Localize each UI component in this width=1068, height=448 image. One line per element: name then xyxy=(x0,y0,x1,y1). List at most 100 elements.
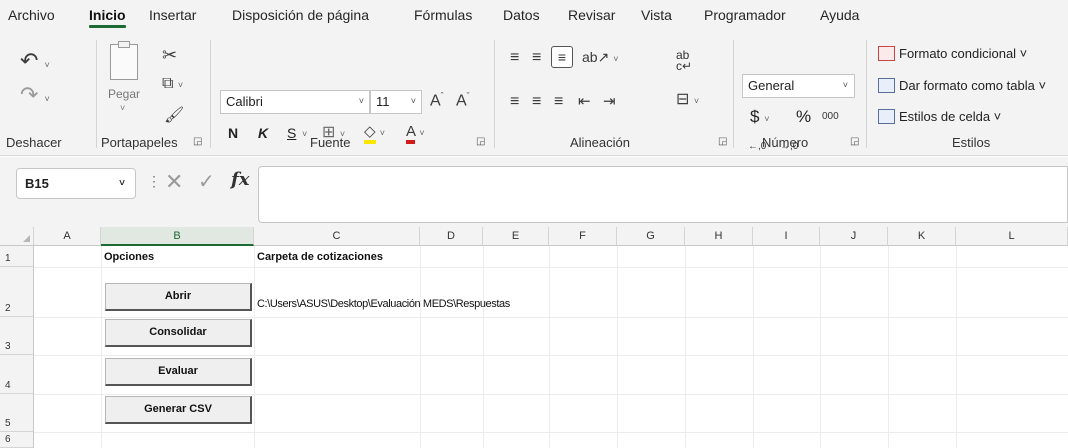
font-name-select[interactable]: Calibri ˅ xyxy=(220,90,370,114)
align-left-icon[interactable]: ≡ xyxy=(510,94,519,110)
tab-inicio[interactable]: Inicio xyxy=(89,7,126,28)
consolidar-button[interactable]: Consolidar xyxy=(105,319,252,347)
row-header-4[interactable]: 4 xyxy=(0,355,34,394)
column-header-k[interactable]: K xyxy=(888,227,956,246)
grid-line xyxy=(753,246,754,448)
column-header-c[interactable]: C xyxy=(254,227,420,246)
grid-line xyxy=(617,246,618,448)
fill-color-icon[interactable]: ◇ ˅ xyxy=(364,123,385,144)
generar-csv-button[interactable]: Generar CSV xyxy=(105,396,252,424)
cell-styles-button[interactable]: Estilos de celda ˅ xyxy=(878,109,1001,124)
evaluar-button[interactable]: Evaluar xyxy=(105,358,252,386)
increase-indent-icon[interactable]: ⇥ xyxy=(603,94,616,109)
grid-line xyxy=(34,355,1068,356)
align-right-icon[interactable]: ≡ xyxy=(554,94,563,110)
tab-revisar[interactable]: Revisar xyxy=(568,7,615,23)
align-bottom-icon[interactable]: ≡ xyxy=(551,46,573,68)
currency-button[interactable]: $ ˅ xyxy=(750,108,769,125)
number-format-select[interactable]: General ˅ xyxy=(742,74,855,98)
abrir-button[interactable]: Abrir xyxy=(105,283,252,311)
redo-icon[interactable]: ↷ ˅ xyxy=(20,84,50,106)
font-color-icon[interactable]: A ˅ xyxy=(406,123,425,144)
insert-function-icon[interactable]: fx xyxy=(231,169,249,190)
tab-ayuda[interactable]: Ayuda xyxy=(820,7,859,23)
dialog-launcher-icon[interactable]: ◲ xyxy=(476,136,485,147)
italic-button[interactable]: K xyxy=(258,126,268,140)
column-header-i[interactable]: I xyxy=(753,227,820,246)
tab-formulas[interactable]: Fórmulas xyxy=(414,7,472,23)
cell-c2[interactable]: C:\Users\ASUS\Desktop\Evaluación MEDS\Re… xyxy=(257,298,510,310)
wrap-text-icon[interactable]: ab c↵ xyxy=(676,49,692,72)
increase-font-icon[interactable]: Aˆ xyxy=(430,92,444,109)
align-top-icon[interactable]: ≡ xyxy=(510,50,519,66)
enter-icon[interactable]: ✓ xyxy=(198,169,215,194)
dialog-launcher-icon[interactable]: ◲ xyxy=(193,136,202,147)
select-all-corner[interactable] xyxy=(0,227,34,246)
name-box[interactable]: B15 ˅ xyxy=(16,168,136,199)
tab-datos[interactable]: Datos xyxy=(503,7,540,23)
column-header-f[interactable]: F xyxy=(549,227,617,246)
align-middle-icon[interactable]: ≡ xyxy=(532,50,541,66)
font-size-value: 11 xyxy=(376,94,390,109)
table-format-icon xyxy=(878,78,895,93)
row-header-1[interactable]: 1 xyxy=(0,246,34,267)
tab-insertar[interactable]: Insertar xyxy=(149,7,196,23)
dialog-launcher-icon[interactable]: ◲ xyxy=(718,136,727,147)
percent-button[interactable]: % xyxy=(796,108,811,125)
group-label-fuente: Fuente xyxy=(310,135,351,150)
paste-dropdown-icon[interactable]: ˅ xyxy=(120,104,125,113)
column-header-g[interactable]: G xyxy=(617,227,685,246)
formula-input[interactable] xyxy=(258,166,1068,223)
column-header-b[interactable]: B xyxy=(101,227,254,246)
grid-line xyxy=(420,246,421,448)
row-header-5[interactable]: 5 xyxy=(0,394,34,432)
format-painter-icon[interactable]: 🖌 xyxy=(164,108,184,124)
dialog-launcher-icon[interactable]: ◲ xyxy=(850,136,859,147)
row-header-2[interactable]: 2 xyxy=(0,267,34,317)
tab-archivo[interactable]: Archivo xyxy=(8,7,55,23)
grid-line xyxy=(685,246,686,448)
conditional-format-icon xyxy=(878,46,895,61)
spreadsheet-grid[interactable]: A B C D E F G H I J K L 1 2 3 4 5 6 Opci… xyxy=(0,227,1068,448)
paste-label[interactable]: Pegar xyxy=(108,88,140,100)
paste-icon[interactable] xyxy=(110,41,138,80)
cancel-icon[interactable]: ✕ xyxy=(165,169,183,195)
thousands-button[interactable]: 000 xyxy=(822,112,839,122)
decrease-indent-icon[interactable]: ⇤ xyxy=(578,94,591,109)
decrease-font-icon[interactable]: Aˇ xyxy=(456,92,470,109)
column-header-h[interactable]: H xyxy=(685,227,753,246)
font-size-select[interactable]: 11 ˅ xyxy=(370,90,422,114)
grid-line xyxy=(956,246,957,448)
undo-icon[interactable]: ↶ ˅ xyxy=(20,50,50,72)
orientation-icon[interactable]: ab↗ ˅ xyxy=(582,50,618,64)
column-header-a[interactable]: A xyxy=(34,227,101,246)
format-as-table-button[interactable]: Dar formato como tabla ˅ xyxy=(878,78,1046,93)
cut-icon[interactable]: ✂ xyxy=(162,46,177,64)
more-icon[interactable]: ⋮ xyxy=(147,173,161,190)
group-label-portapapeles: Portapapeles xyxy=(101,135,178,150)
grid-line xyxy=(34,267,1068,268)
cell-styles-icon xyxy=(878,109,895,124)
underline-button[interactable]: S xyxy=(287,126,296,140)
chevron-down-icon[interactable]: ˅ xyxy=(302,130,307,139)
grid-line xyxy=(101,246,102,448)
column-header-d[interactable]: D xyxy=(420,227,483,246)
group-label-numero: Número xyxy=(762,135,809,150)
merge-center-icon[interactable]: ⊟ ˅ xyxy=(676,92,699,108)
tab-programador[interactable]: Programador xyxy=(704,7,786,23)
conditional-format-button[interactable]: Formato condicional ˅ xyxy=(878,46,1027,61)
column-header-l[interactable]: L xyxy=(956,227,1068,246)
column-header-j[interactable]: J xyxy=(820,227,888,246)
column-header-e[interactable]: E xyxy=(483,227,549,246)
align-center-icon[interactable]: ≡ xyxy=(532,94,541,110)
row-header-6[interactable]: 6 xyxy=(0,432,34,448)
row-header-3[interactable]: 3 xyxy=(0,317,34,355)
cell-b1[interactable]: Opciones xyxy=(104,251,154,263)
tab-disposicion[interactable]: Disposición de página xyxy=(232,7,369,23)
group-label-deshacer: Deshacer xyxy=(6,135,62,150)
name-box-value: B15 xyxy=(25,176,49,191)
cell-c1[interactable]: Carpeta de cotizaciones xyxy=(257,251,383,263)
bold-button[interactable]: N xyxy=(228,126,238,140)
tab-vista[interactable]: Vista xyxy=(641,7,672,23)
copy-icon[interactable]: ⧉ ˅ xyxy=(162,76,183,92)
